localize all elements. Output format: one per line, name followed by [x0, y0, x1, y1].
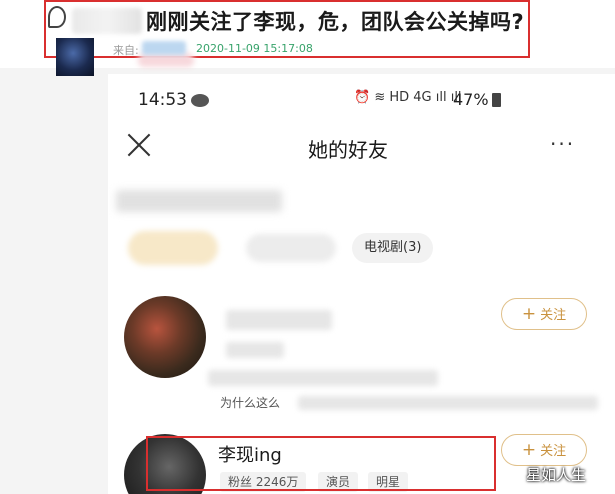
phone-screenshot: 14:53 ⏰ ≋ HD 4G ıll ıll 47% 她的好友 ··· 电视剧… — [108, 74, 615, 494]
more-options-icon[interactable]: ··· — [550, 132, 575, 156]
status-indicators: ⏰ ≋ HD 4G ıll ıll — [354, 90, 462, 105]
blurred-source — [142, 41, 186, 55]
battery-icon — [492, 93, 501, 107]
poster-avatar[interactable] — [56, 38, 94, 76]
page-title: 她的好友 — [308, 138, 388, 162]
follow-button[interactable]: + 关注 — [501, 298, 587, 330]
blurred-filter-chip[interactable] — [128, 231, 218, 265]
post-timestamp: 2020-11-09 15:17:08 — [196, 42, 313, 55]
source-label: 来自: — [113, 44, 139, 57]
blurred-profile-line — [116, 190, 282, 212]
filter-chip-tv[interactable]: 电视剧(3) — [352, 233, 434, 263]
blurred-username — [226, 310, 332, 330]
battery-percentage: 47% — [453, 90, 489, 109]
blurred-filter-chip[interactable] — [246, 234, 336, 262]
highlight-box-user — [146, 436, 496, 491]
watermark: 星如人生 — [526, 466, 587, 484]
user-avatar[interactable] — [124, 296, 206, 378]
blurred-bio — [208, 370, 438, 386]
wechat-icon — [191, 94, 209, 107]
blurred-bio — [298, 396, 598, 410]
close-icon[interactable] — [126, 132, 152, 158]
blurred-detail — [226, 342, 284, 358]
blurred-source-bg — [138, 53, 194, 67]
status-time: 14:53 — [138, 90, 187, 110]
follow-button[interactable]: + 关注 — [501, 434, 587, 466]
bio-snippet: 为什么这么 — [220, 396, 281, 410]
